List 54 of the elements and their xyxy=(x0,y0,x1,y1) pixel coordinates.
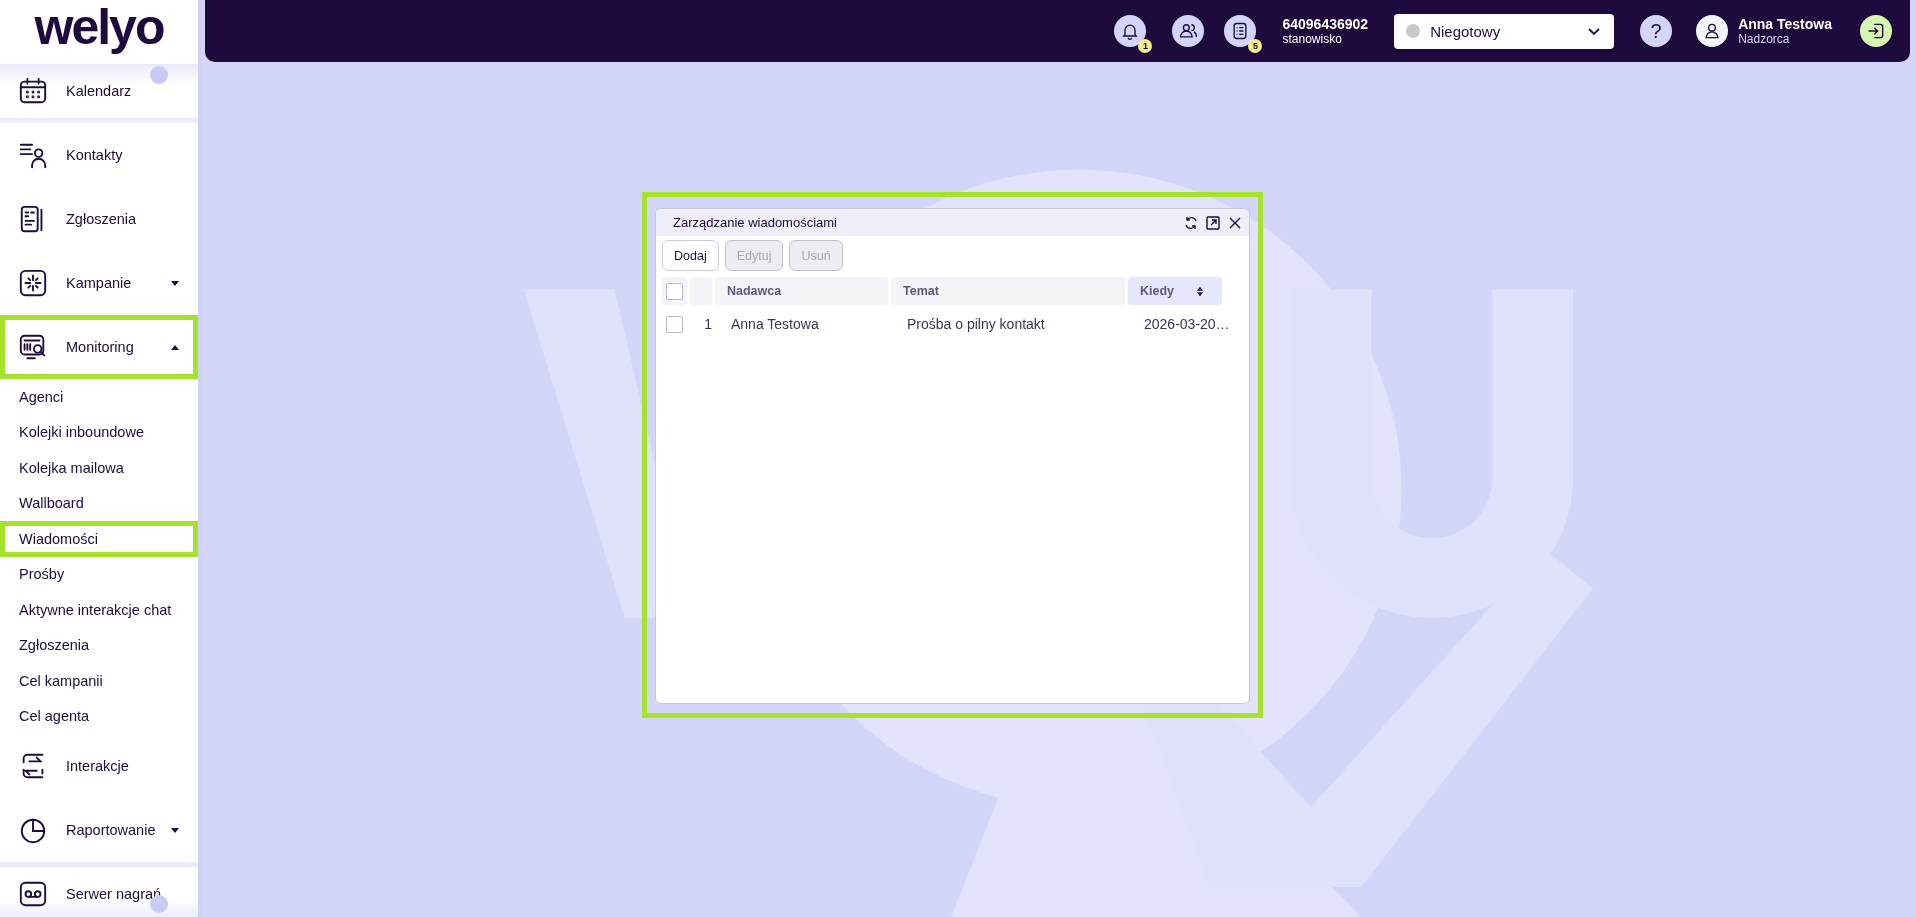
sort-icon xyxy=(1196,285,1204,297)
dialog-title: Zarządzanie wiadomościami xyxy=(673,215,838,230)
logo[interactable]: welyo xyxy=(34,1,164,58)
sidebar-subitem[interactable]: Aktywne interakcje chat xyxy=(0,592,198,628)
sidebar-subitem[interactable]: Kolejki inboundowe xyxy=(0,414,198,450)
logout-button[interactable] xyxy=(1860,15,1892,47)
notification-badge: 1 xyxy=(1138,39,1153,53)
select-all-checkbox[interactable] xyxy=(666,282,683,300)
sidebar-item[interactable]: Raportowanie xyxy=(0,798,198,862)
sidebar-subitem[interactable]: Cel agenta xyxy=(0,698,198,734)
tasks-button[interactable] xyxy=(1224,15,1257,47)
sidebar-item[interactable]: Kampanie xyxy=(0,251,198,315)
sidebar-item[interactable]: Serwer nagrań xyxy=(0,862,198,917)
sidebar-item[interactable]: Interakcje xyxy=(0,734,198,798)
notifications-button[interactable] xyxy=(1114,15,1147,47)
table-cell-text: Anna Testowa xyxy=(730,316,820,332)
sparkle-icon xyxy=(18,268,48,298)
table-cell-text: 2026-03-20… xyxy=(1143,316,1226,332)
sidebar-item[interactable]: Zgłoszenia xyxy=(0,187,198,251)
column-header[interactable]: Temat xyxy=(891,277,1125,305)
sidebar-subitem[interactable]: Kolejka mailowa xyxy=(0,450,198,486)
caret-icon xyxy=(171,280,179,286)
sidebar-subitem[interactable]: Cel kampanii xyxy=(0,663,198,699)
row-checkbox[interactable] xyxy=(666,315,683,333)
sidebar-subitem[interactable]: Zgłoszenia xyxy=(0,627,198,663)
column-header[interactable]: Kiedy xyxy=(1128,277,1222,305)
table-cell-text: Prośba o pilny kontakt xyxy=(906,316,1046,332)
column-header[interactable]: Nadawca xyxy=(715,277,888,305)
station-number: 64096436902 xyxy=(1282,16,1369,32)
refresh-icon[interactable] xyxy=(1183,214,1199,231)
caret-icon xyxy=(171,827,179,833)
task-badge: 5 xyxy=(1248,39,1263,53)
avatar[interactable] xyxy=(1696,15,1729,47)
sidebar-subitem[interactable]: Wiadomości xyxy=(0,521,198,557)
contacts-button[interactable] xyxy=(1172,15,1205,47)
sidebar-subitem[interactable]: Agenci xyxy=(0,379,198,415)
sidebar-item[interactable]: Kontakty xyxy=(0,123,198,187)
toolbar-button[interactable]: Dodaj xyxy=(662,240,719,271)
calendar-icon xyxy=(18,76,48,106)
status-dropdown[interactable]: Niegotowy xyxy=(1394,13,1615,49)
monitor-search-icon xyxy=(18,332,48,362)
sidebar-subitem[interactable]: Prośby xyxy=(0,556,198,592)
popout-icon[interactable] xyxy=(1205,214,1221,231)
caret-icon xyxy=(171,344,179,350)
voicemail-icon xyxy=(18,879,48,909)
user-name: Anna Testowa xyxy=(1738,16,1832,32)
logout-icon xyxy=(1866,21,1886,41)
sidebar-subitem[interactable]: Wallboard xyxy=(0,485,198,521)
help-button[interactable]: ? xyxy=(1640,15,1673,47)
station-label: stanowisko xyxy=(1282,32,1343,46)
sidebar-item[interactable]: Monitoring xyxy=(0,315,198,379)
user-role: Nadzorca xyxy=(1738,32,1791,46)
row-number: 1 xyxy=(703,316,713,332)
users-icon xyxy=(1178,21,1199,41)
